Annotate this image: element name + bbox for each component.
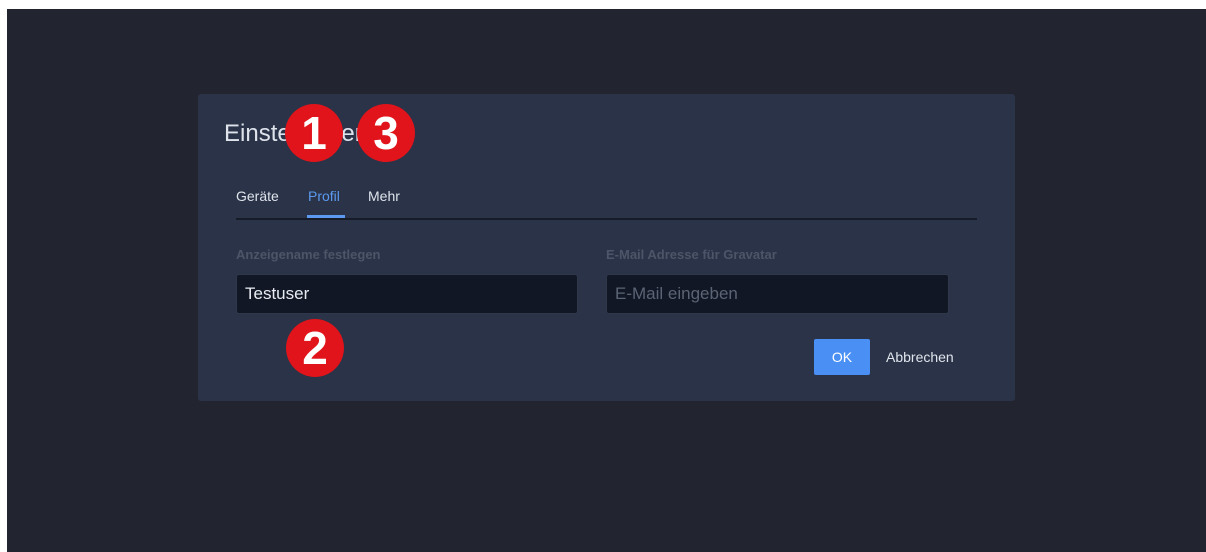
tab-bar: Geräte Profil Mehr [236,178,977,220]
tab-mehr[interactable]: Mehr [368,188,400,204]
ok-button[interactable]: OK [814,339,870,375]
tab-geraete[interactable]: Geräte [236,188,279,204]
tab-profil[interactable]: Profil [308,188,340,204]
active-tab-indicator [307,215,345,218]
annotation-marker-1: 1 [285,104,343,162]
app-background: Einstellungen Geräte Profil Mehr Anzeige… [7,9,1206,552]
email-label: E-Mail Adresse für Gravatar [606,247,777,262]
email-input[interactable] [606,274,949,314]
annotation-marker-2: 2 [286,319,344,377]
display-name-input[interactable] [236,274,578,314]
display-name-label: Anzeigename festlegen [236,247,381,262]
cancel-button[interactable]: Abbrechen [886,339,954,375]
annotation-marker-3: 3 [357,104,415,162]
